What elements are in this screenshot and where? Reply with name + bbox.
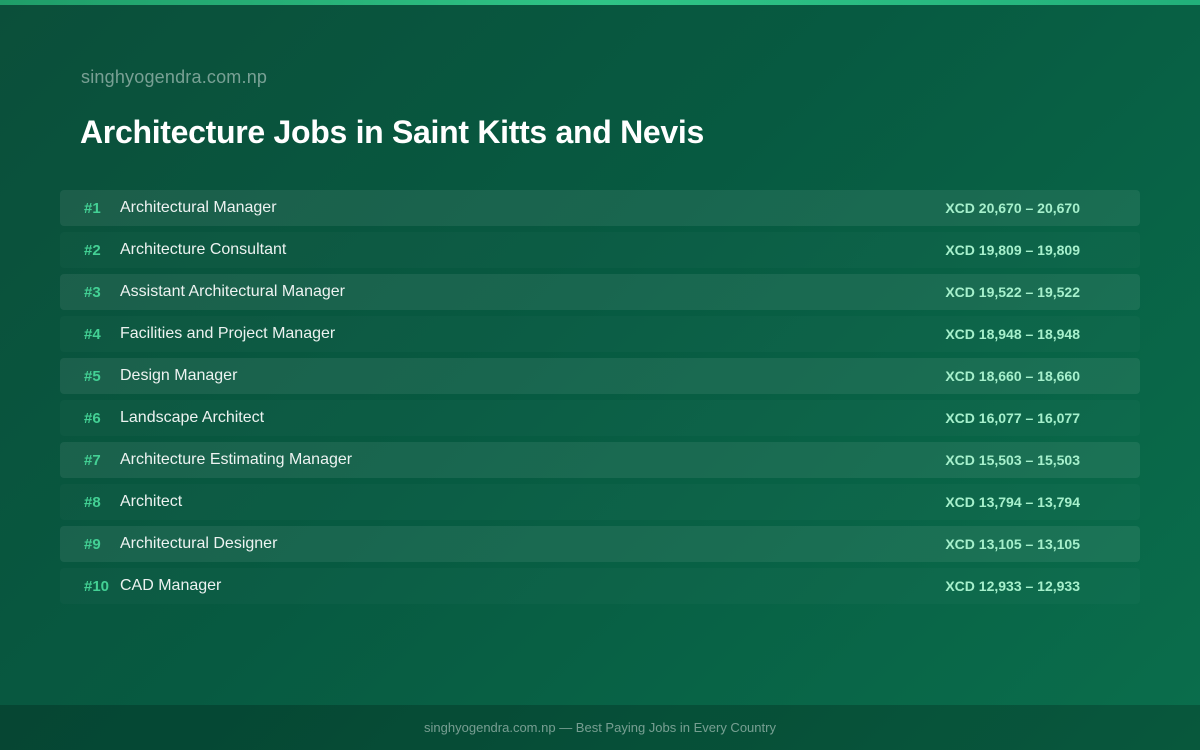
- job-title: Architecture Estimating Manager: [120, 451, 353, 468]
- job-salary: XCD 12,933 – 12,933: [945, 578, 1080, 594]
- job-salary: XCD 16,077 – 16,077: [945, 410, 1080, 426]
- job-row: #7 Architecture Estimating Manager XCD 1…: [60, 442, 1140, 478]
- job-row: #3 Assistant Architectural Manager XCD 1…: [60, 274, 1140, 310]
- job-rank: #3: [84, 283, 101, 301]
- job-salary: XCD 15,503 – 15,503: [945, 452, 1080, 468]
- job-list: #1 Architectural Manager XCD 20,670 – 20…: [60, 190, 1140, 610]
- job-title: Architectural Manager: [120, 199, 277, 216]
- job-rank: #2: [84, 241, 101, 259]
- job-title: Facilities and Project Manager: [120, 325, 336, 342]
- job-salary: XCD 19,522 – 19,522: [945, 284, 1080, 300]
- job-row: #10 CAD Manager XCD 12,933 – 12,933: [60, 568, 1140, 604]
- job-title: CAD Manager: [120, 577, 222, 594]
- job-salary: XCD 13,794 – 13,794: [945, 494, 1080, 510]
- job-title: Architect: [120, 493, 183, 510]
- job-title: Assistant Architectural Manager: [120, 283, 345, 300]
- job-rank: #7: [84, 451, 101, 469]
- page-title: Architecture Jobs in Saint Kitts and Nev…: [80, 114, 704, 150]
- job-rank: #4: [84, 325, 101, 343]
- job-rank: #10: [84, 577, 110, 595]
- job-title: Architecture Consultant: [120, 241, 287, 258]
- top-accent-bar: [0, 0, 1200, 5]
- job-title: Landscape Architect: [120, 409, 265, 426]
- job-row: #9 Architectural Designer XCD 13,105 – 1…: [60, 526, 1140, 562]
- job-salary: XCD 18,948 – 18,948: [945, 326, 1080, 342]
- footer: singhyogendra.com.np — Best Paying Jobs …: [0, 705, 1200, 750]
- job-title: Architectural Designer: [120, 535, 278, 552]
- job-row: #1 Architectural Manager XCD 20,670 – 20…: [60, 190, 1140, 226]
- job-salary: XCD 13,105 – 13,105: [945, 536, 1080, 552]
- job-row: #8 Architect XCD 13,794 – 13,794: [60, 484, 1140, 520]
- job-row: #6 Landscape Architect XCD 16,077 – 16,0…: [60, 400, 1140, 436]
- job-title: Design Manager: [120, 367, 238, 384]
- job-rank: #6: [84, 409, 101, 427]
- job-rank: #8: [84, 493, 101, 511]
- job-rank: #9: [84, 535, 101, 553]
- footer-text: singhyogendra.com.np — Best Paying Jobs …: [424, 720, 776, 735]
- job-row: #2 Architecture Consultant XCD 19,809 – …: [60, 232, 1140, 268]
- job-salary: XCD 18,660 – 18,660: [945, 368, 1080, 384]
- job-salary: XCD 20,670 – 20,670: [945, 200, 1080, 216]
- job-row: #5 Design Manager XCD 18,660 – 18,660: [60, 358, 1140, 394]
- site-name: singhyogendra.com.np: [81, 67, 268, 87]
- job-rank: #5: [84, 367, 101, 385]
- job-salary: XCD 19,809 – 19,809: [945, 242, 1080, 258]
- job-rank: #1: [84, 199, 101, 217]
- job-row: #4 Facilities and Project Manager XCD 18…: [60, 316, 1140, 352]
